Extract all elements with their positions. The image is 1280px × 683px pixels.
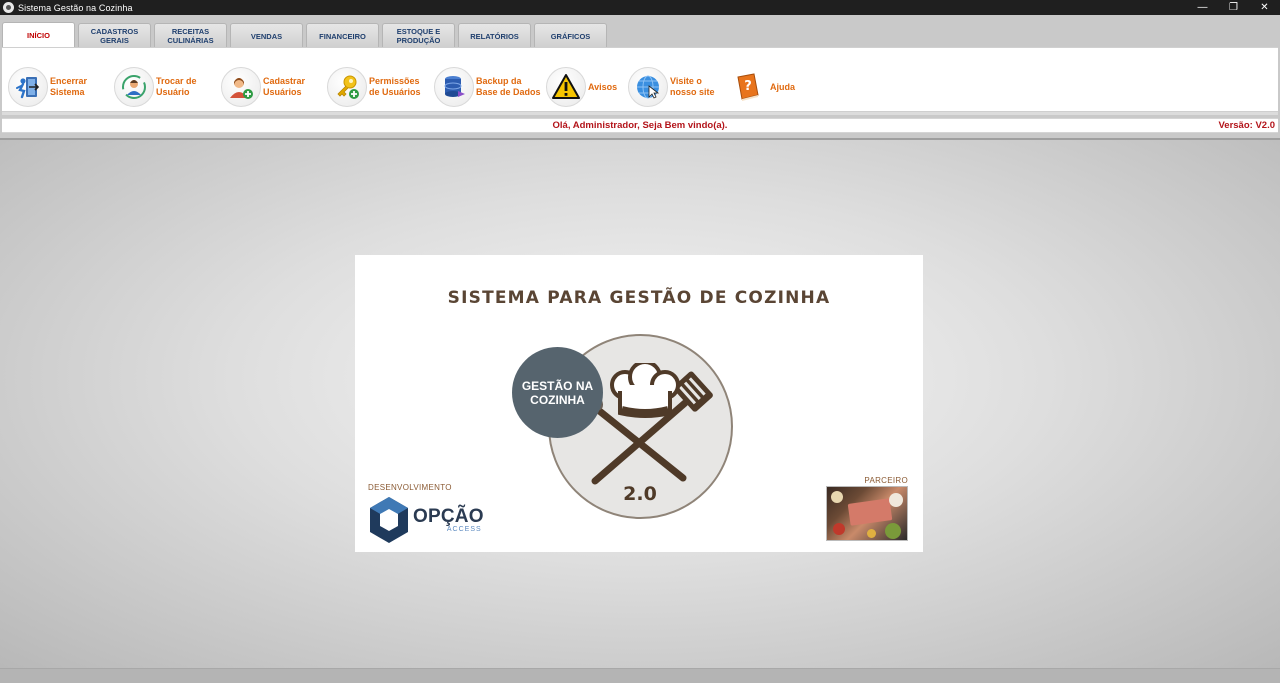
ribbon-tabs: INÍCIO CADASTROS GERAIS RECEITAS CULINÁR… <box>2 22 610 48</box>
database-backup-icon <box>434 67 474 107</box>
tab-estoque-producao[interactable]: ESTOQUE E PRODUÇÃO <box>382 23 455 48</box>
app-icon <box>3 2 14 13</box>
developer-label: DESENVOLVIMENTO <box>368 483 452 492</box>
partner-label: PARCEIRO <box>864 476 908 485</box>
tool-label: Backup da Base de Dados <box>476 76 541 97</box>
add-user-icon <box>221 67 261 107</box>
ribbon: INÍCIO CADASTROS GERAIS RECEITAS CULINÁR… <box>0 15 1280 138</box>
ribbon-separator <box>2 111 1278 115</box>
tab-graficos[interactable]: GRÁFICOS <box>534 23 607 48</box>
backup-base-dados-button[interactable]: Backup da Base de Dados <box>434 66 546 108</box>
trocar-usuario-button[interactable]: Trocar de Usuário <box>114 66 221 108</box>
minimize-button[interactable]: — <box>1187 0 1218 15</box>
svg-text:?: ? <box>744 79 752 94</box>
tool-label: Visite o nosso site <box>670 76 715 97</box>
welcome-message: Olá, Administrador, Seja Bem vindo(a). <box>552 120 728 131</box>
developer-name: OPÇÃO <box>413 506 484 527</box>
cadastrar-usuarios-button[interactable]: Cadastrar Usuários <box>221 66 327 108</box>
logo-badge: GESTÃO NA COZINHA <box>512 347 603 438</box>
permissoes-usuarios-button[interactable]: Permissões de Usuários <box>327 66 434 108</box>
tab-vendas[interactable]: VENDAS <box>230 23 303 48</box>
tool-label: Cadastrar Usuários <box>263 76 306 97</box>
tool-label: Avisos <box>588 81 618 92</box>
tab-cadastros-gerais[interactable]: CADASTROS GERAIS <box>78 23 151 48</box>
window-title-bar: Sistema Gestão na Cozinha — ❐ ✕ <box>0 0 1280 15</box>
exit-door-icon <box>8 67 48 107</box>
tool-label: Encerrar Sistema <box>50 76 88 97</box>
tool-label: Ajuda <box>770 81 796 92</box>
ribbon-panel-inicio: Encerrar Sistema Trocar de Usuário Cadas… <box>2 47 1278 111</box>
version-label: Versão: V2.0 <box>1218 120 1275 131</box>
splash-card: SISTEMA PARA GESTÃO DE COZINHA GESTÃO NA… <box>355 255 923 552</box>
help-book-icon: ? <box>728 67 768 107</box>
logo-version: 2.0 <box>623 483 657 505</box>
status-bar: Olá, Administrador, Seja Bem vindo(a). V… <box>2 118 1278 133</box>
window-controls: — ❐ ✕ <box>1187 0 1280 15</box>
tab-inicio[interactable]: INÍCIO <box>2 22 75 48</box>
tab-receitas-culinarias[interactable]: RECEITAS CULINÁRIAS <box>154 23 227 48</box>
window-title: Sistema Gestão na Cozinha <box>18 2 133 13</box>
maximize-button[interactable]: ❐ <box>1218 0 1249 15</box>
developer-logo: OPÇÃO ACCESS <box>368 496 484 544</box>
encerrar-sistema-button[interactable]: Encerrar Sistema <box>8 66 114 108</box>
partner-image <box>826 486 908 541</box>
tool-label: Trocar de Usuário <box>156 76 197 97</box>
key-permission-icon <box>327 67 367 107</box>
globe-icon <box>628 67 668 107</box>
ajuda-button[interactable]: ? Ajuda <box>728 66 798 108</box>
avisos-button[interactable]: Avisos <box>546 66 628 108</box>
bottom-bar <box>0 668 1280 683</box>
warning-icon <box>546 67 586 107</box>
switch-user-icon <box>114 67 154 107</box>
tool-label: Permissões de Usuários <box>369 76 421 97</box>
tab-relatorios[interactable]: RELATÓRIOS <box>458 23 531 48</box>
tab-financeiro[interactable]: FINANCEIRO <box>306 23 379 48</box>
developer-sub: ACCESS <box>446 526 482 533</box>
ribbon-tools: Encerrar Sistema Trocar de Usuário Cadas… <box>8 66 798 108</box>
hexagon-logo-icon <box>370 497 408 543</box>
visite-site-button[interactable]: Visite o nosso site <box>628 66 728 108</box>
splash-title: SISTEMA PARA GESTÃO DE COZINHA <box>447 288 831 308</box>
close-button[interactable]: ✕ <box>1249 0 1280 15</box>
